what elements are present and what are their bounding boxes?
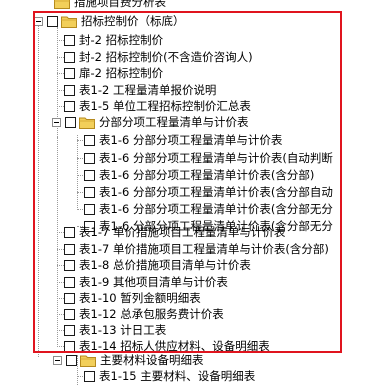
checkbox[interactable] xyxy=(64,292,75,304)
tree-node-subitem-list[interactable]: 分部分项工程量清单与计价表 xyxy=(52,113,249,131)
tree-connector xyxy=(57,346,64,347)
checkbox[interactable] xyxy=(64,259,75,271)
tree-item[interactable]: 表1-15 主要材料、设备明细表 xyxy=(84,367,255,385)
tree-connector xyxy=(57,314,64,315)
tree-item-label: 表1-6 分部分项工程量清单与计价表 xyxy=(99,133,283,147)
checkbox[interactable] xyxy=(66,354,77,366)
tree-connector xyxy=(77,135,78,210)
tree-item[interactable]: 表1-6 分部分项工程量清单计价表(含分部无分 xyxy=(84,200,333,218)
tree-connector xyxy=(57,57,64,58)
tree-connector xyxy=(57,232,64,233)
checkbox[interactable] xyxy=(64,100,75,112)
checkbox[interactable] xyxy=(64,308,75,320)
checkbox[interactable] xyxy=(64,276,75,288)
collapse-icon[interactable] xyxy=(53,355,62,365)
tree-item[interactable]: 表1-6 分部分项工程量清单与计价表(自动判断 xyxy=(84,149,333,167)
tree-connector xyxy=(77,140,83,141)
tree-connector xyxy=(77,376,83,377)
tree-item-label: 扉-2 招标控制价 xyxy=(79,66,164,80)
tree-connector xyxy=(57,90,64,91)
tree-connector xyxy=(57,298,64,299)
tree-node-bid-control-price[interactable]: 招标控制价（标底） xyxy=(34,12,185,30)
tree-item-label: 表1-8 总价措施项目清单与计价表 xyxy=(79,258,251,272)
tree-item[interactable]: 表1-8 总价措施项目清单与计价表 xyxy=(64,256,251,274)
tree-item-label: 表1-6 分部分项工程量清单计价表(含分部自动 xyxy=(99,185,333,199)
tree-item[interactable]: 表1-6 分部分项工程量清单计价表(含分部) xyxy=(84,166,314,184)
checkbox[interactable] xyxy=(64,34,75,46)
checkbox[interactable] xyxy=(64,51,75,63)
tree-item-measures-analysis[interactable]: 措施项目费分析表 xyxy=(54,0,166,11)
checkbox[interactable] xyxy=(84,203,95,215)
checkbox[interactable] xyxy=(64,84,75,96)
tree-item-label: 表1-15 主要材料、设备明细表 xyxy=(99,369,256,383)
tree-connector xyxy=(57,330,64,331)
checkbox[interactable] xyxy=(64,67,75,79)
tree-connector xyxy=(57,73,64,74)
tree-item[interactable]: 表1-7 单价措施项目工程量清单与计价表 xyxy=(64,223,285,241)
folder-open-icon xyxy=(80,354,96,367)
tree-item-label: 措施项目费分析表 xyxy=(74,0,166,9)
tree-connector xyxy=(57,265,64,266)
checkbox[interactable] xyxy=(84,169,95,181)
tree-connector xyxy=(77,158,83,159)
folder-open-icon xyxy=(61,15,77,28)
checkbox[interactable] xyxy=(65,116,76,128)
checkbox[interactable] xyxy=(64,340,75,352)
tree-connector xyxy=(57,282,64,283)
tree-item[interactable]: 表1-6 分部分项工程量清单与计价表 xyxy=(84,131,282,149)
tree-connector xyxy=(57,249,64,250)
tree-node-label: 招标控制价（标底） xyxy=(81,14,185,28)
tree-item-label: 封-2 招标控制价 xyxy=(79,33,164,47)
folder-icon xyxy=(54,0,70,9)
tree-item[interactable]: 扉-2 招标控制价 xyxy=(64,64,163,82)
checkbox[interactable] xyxy=(47,15,58,27)
tree-item[interactable]: 封-2 招标控制价 xyxy=(64,31,163,49)
checkbox[interactable] xyxy=(64,243,75,255)
tree-item-label: 表1-6 分部分项工程量清单计价表(含分部无分 xyxy=(99,202,333,216)
tree-connector xyxy=(57,106,64,107)
tree-item[interactable]: 表1-6 分部分项工程量清单计价表(含分部自动 xyxy=(84,183,333,201)
checkbox[interactable] xyxy=(84,152,95,164)
checkbox[interactable] xyxy=(84,186,95,198)
checkbox[interactable] xyxy=(64,324,75,336)
tree-item-label: 表1-7 单价措施项目工程量清单与计价表 xyxy=(79,225,286,239)
tree-item-label: 表1-6 分部分项工程量清单计价表(含分部) xyxy=(99,168,315,182)
checkbox[interactable] xyxy=(64,226,75,238)
checkbox[interactable] xyxy=(84,134,95,146)
report-tree: 措施项目费分析表 招标控制价（标底） 封-2 招标控制价 封-2 招标控制价(不… xyxy=(0,0,365,385)
tree-connector xyxy=(38,20,39,357)
tree-connector xyxy=(77,192,83,193)
collapse-icon[interactable] xyxy=(52,117,61,127)
collapse-icon[interactable] xyxy=(34,16,43,26)
tree-node-label: 分部分项工程量清单与计价表 xyxy=(99,115,249,129)
folder-open-icon xyxy=(79,116,95,129)
tree-item-label: 表1-6 分部分项工程量清单与计价表(自动判断 xyxy=(99,151,333,165)
tree-connector xyxy=(77,209,83,210)
tree-connector xyxy=(57,40,64,41)
checkbox[interactable] xyxy=(84,370,95,382)
tree-connector xyxy=(77,175,83,176)
